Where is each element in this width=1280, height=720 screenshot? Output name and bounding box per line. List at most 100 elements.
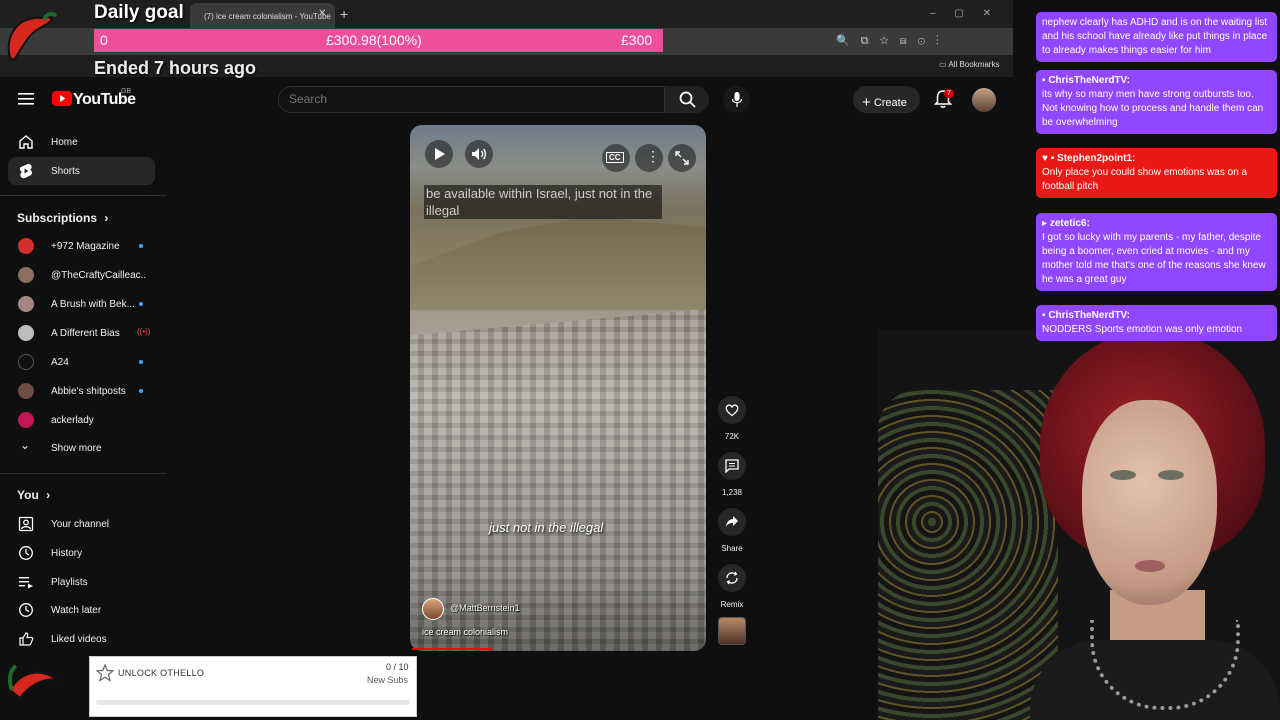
short-title[interactable]: ice cream colonialism	[422, 627, 508, 637]
sidebar-item-label: Home	[51, 137, 78, 148]
share-button[interactable]	[718, 508, 746, 536]
more-options-button[interactable]: ⋮	[635, 144, 663, 172]
account-avatar[interactable]	[972, 88, 996, 112]
you-heading[interactable]: You ›	[17, 488, 50, 502]
sidebar-item-shorts[interactable]: Shorts	[8, 157, 155, 185]
chat-username: Stephen2point1:	[1057, 153, 1136, 164]
plus-icon: +	[862, 94, 871, 111]
chat-username: ChrisTheNerdTV:	[1048, 75, 1131, 86]
captions-icon: CC	[606, 152, 624, 163]
channel-avatar	[18, 296, 34, 312]
volume-icon	[472, 148, 487, 160]
home-icon	[19, 135, 33, 149]
audio-source-thumbnail[interactable]	[718, 617, 746, 645]
subscription-item[interactable]: A Brush with Bek...	[8, 290, 155, 318]
chat-username: ChrisTheNerdTV:	[1048, 310, 1131, 321]
video-progress-bar[interactable]	[412, 648, 492, 650]
chevron-right-icon: ›	[104, 211, 109, 225]
notification-count-badge: 7	[944, 89, 954, 98]
search-button[interactable]	[665, 86, 709, 113]
channel-avatar	[18, 412, 34, 428]
all-bookmarks-label: All Bookmarks	[948, 60, 1000, 69]
new-content-dot	[139, 244, 143, 248]
unlock-progress-bar	[96, 700, 410, 705]
sidebar-item-liked-videos[interactable]: Liked videos	[8, 625, 155, 653]
window-controls[interactable]: – ▢ ✕	[930, 8, 991, 19]
sidebar-item-label: Your channel	[51, 519, 110, 530]
playlist-icon	[19, 577, 33, 589]
sidebar-item-your-channel[interactable]: Your channel	[8, 510, 155, 538]
live-icon: ((•))	[137, 327, 151, 336]
unlock-count: 0 / 10	[386, 662, 409, 672]
youtube-logo-icon[interactable]	[52, 91, 72, 106]
sidebar-item-label: Shorts	[51, 166, 80, 177]
chat-text: its why so many men have strong outburst…	[1042, 89, 1264, 128]
subscription-label: A Different Bias	[51, 328, 120, 339]
microphone-icon	[732, 92, 742, 107]
all-bookmarks-button[interactable]: ▭ All Bookmarks	[939, 60, 999, 69]
chat-message: ♥ ▪ Stephen2point1: Only place you could …	[1036, 148, 1277, 198]
streamer-mouth	[1135, 560, 1165, 572]
voice-search-button[interactable]	[723, 86, 750, 113]
create-label: Create	[873, 97, 907, 109]
show-more-button[interactable]: ⌄ Show more	[8, 434, 155, 462]
subscription-item[interactable]: Abbie's shitposts	[8, 377, 155, 405]
like-button[interactable]	[718, 396, 746, 424]
address-bar-icons[interactable]: 🔍 ⧉ ☆ ⧈ ⊙ ⋮	[836, 34, 939, 48]
streamer-face	[1082, 400, 1217, 605]
comment-icon	[725, 459, 739, 473]
subscription-item[interactable]: A24	[8, 348, 155, 376]
subscription-label: @TheCraftyCailleac...	[51, 270, 147, 281]
play-button[interactable]	[425, 140, 453, 168]
chat-badge-icon: ▸	[1042, 218, 1050, 229]
remix-button[interactable]	[718, 564, 746, 592]
chat-username: zetetic6:	[1049, 218, 1090, 229]
chat-message: ▪ ChrisTheNerdTV: NODDERS Sports emotion …	[1036, 305, 1277, 341]
subscription-item[interactable]: A Different Bias ((•))	[8, 319, 155, 347]
chevron-down-icon: ⌄	[20, 438, 31, 452]
subscription-item[interactable]: @TheCraftyCailleac...	[8, 261, 155, 289]
menu-icon[interactable]	[18, 92, 34, 106]
sidebar-item-label: History	[51, 548, 83, 559]
search-input[interactable]	[289, 92, 589, 106]
history-icon	[19, 546, 33, 560]
subscription-item[interactable]: ackerlady	[8, 406, 155, 434]
channel-avatar	[18, 325, 34, 341]
sidebar-item-history[interactable]: History	[8, 539, 155, 567]
unlock-label: UNLOCK OTHELLO	[118, 668, 205, 678]
channel-avatar	[18, 267, 34, 283]
star-icon	[96, 664, 114, 682]
goal-target-value: £300	[621, 32, 653, 48]
unlock-sub-label: New Subs	[367, 675, 409, 685]
chat-badge-icon: ♥ ▪	[1042, 153, 1058, 164]
like-count: 72K	[724, 432, 740, 441]
subscriptions-heading[interactable]: Subscriptions ›	[17, 211, 108, 225]
comments-button[interactable]	[718, 452, 746, 480]
new-tab-icon[interactable]: +	[340, 6, 348, 22]
goal-title: Daily goal	[94, 2, 184, 23]
sidebar-item-label: Playlists	[51, 577, 88, 588]
sidebar-item-watch-later[interactable]: Watch later	[8, 596, 155, 624]
new-content-dot	[139, 302, 143, 306]
create-button[interactable]: + Create	[853, 86, 920, 113]
close-tab-icon[interactable]: ✕	[318, 8, 326, 19]
goal-status: Ended 7 hours ago	[94, 58, 257, 78]
browser-tab[interactable]: (7) ice cream colonialism - YouTube	[190, 3, 335, 28]
chevron-right-icon: ›	[46, 488, 51, 502]
shorts-icon	[19, 163, 33, 179]
volume-button[interactable]	[465, 140, 493, 168]
comment-count: 1,238	[721, 488, 743, 497]
subscription-item[interactable]: +972 Magazine	[8, 232, 155, 260]
sidebar-item-home[interactable]: Home	[8, 128, 155, 156]
tab-title: (7) ice cream colonialism - YouTube	[204, 12, 331, 21]
sidebar-item-playlists[interactable]: Playlists	[8, 568, 155, 596]
fullscreen-button[interactable]	[668, 144, 696, 172]
short-channel-name[interactable]: @MattBernstein1	[450, 603, 520, 613]
show-more-label: Show more	[51, 443, 102, 454]
person-icon	[18, 516, 34, 532]
channel-avatar	[18, 383, 34, 399]
short-channel-avatar[interactable]	[422, 598, 444, 620]
expand-icon	[675, 151, 689, 165]
streamer-eye	[1110, 470, 1136, 480]
captions-button[interactable]: CC	[602, 144, 630, 172]
